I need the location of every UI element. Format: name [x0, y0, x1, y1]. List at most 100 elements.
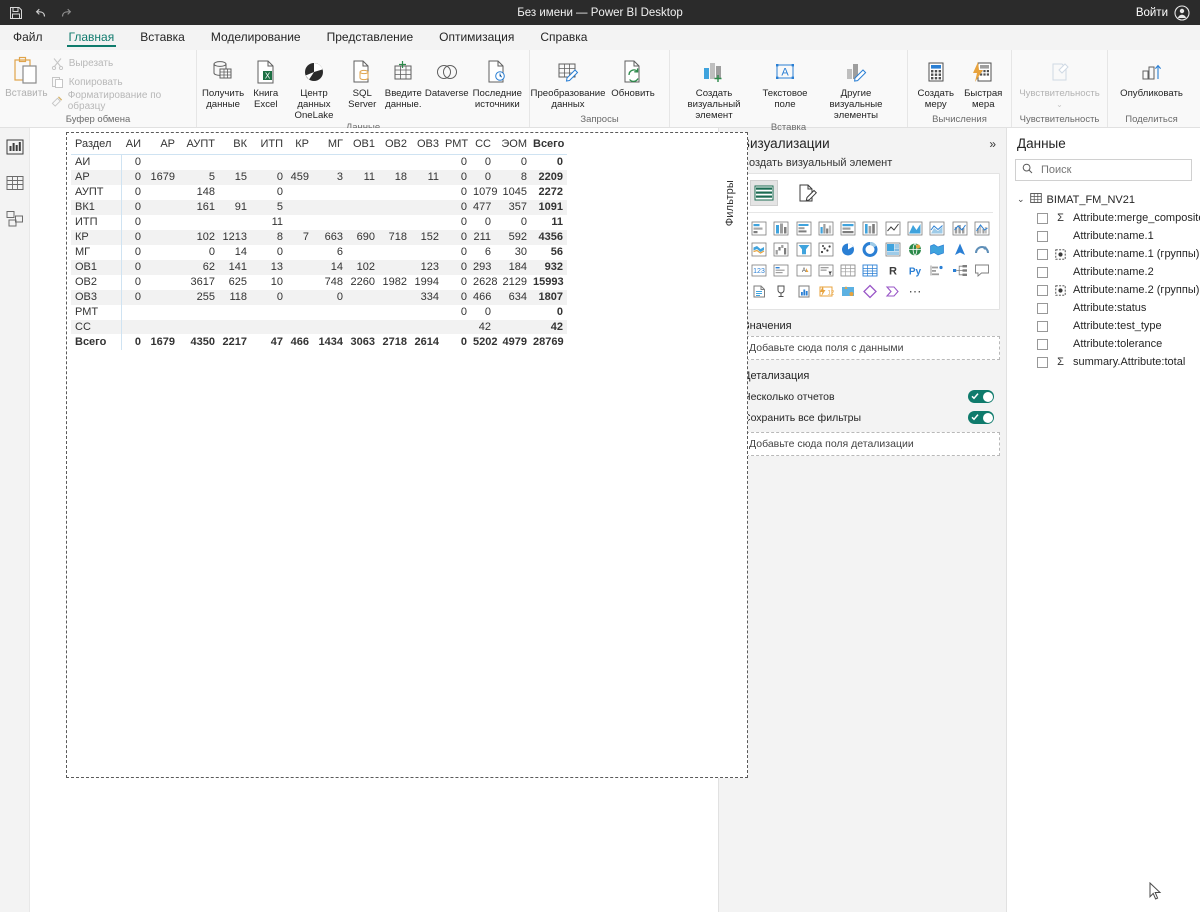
table-row[interactable]: ОВ1 0 62 141 13 14 102 123 0 293 184 932: [71, 259, 567, 275]
power-automate-icon[interactable]: [859, 282, 881, 301]
clustered-bar-chart-icon[interactable]: [793, 219, 815, 238]
donut-chart-icon[interactable]: [859, 240, 881, 259]
col-header[interactable]: АУПТ: [179, 136, 219, 155]
copy-button[interactable]: Копировать: [51, 73, 192, 91]
refresh-button[interactable]: Обновить: [602, 54, 664, 99]
col-header-total[interactable]: Всего: [531, 136, 567, 155]
matrix-visual[interactable]: Раздел АИ АР АУПТ ВК ИТП КР МГ ОВ1 ОВ2 О…: [71, 136, 567, 350]
field-item[interactable]: Σ Attribute:merge_composites: [1015, 209, 1200, 227]
table-row[interactable]: АУПТ 0 148 0 0 1079 1045 2272: [71, 184, 567, 200]
field-item[interactable]: Attribute:name.1: [1015, 227, 1200, 245]
table-row[interactable]: РМТ 0 0 0: [71, 304, 567, 320]
treemap-icon[interactable]: [882, 240, 904, 259]
save-icon[interactable]: [9, 6, 23, 20]
report-page[interactable]: Раздел АИ АР АУПТ ВК ИТП КР МГ ОВ1 ОВ2 О…: [66, 132, 748, 778]
enter-data-button[interactable]: Введите данные.: [383, 54, 424, 110]
line-stacked-column-chart-icon[interactable]: [948, 219, 970, 238]
field-item[interactable]: Attribute:name.1 (группы): [1015, 245, 1200, 263]
col-header[interactable]: ОВ1: [347, 136, 379, 155]
tab-modeling[interactable]: Моделирование: [198, 25, 314, 49]
kpi-icon[interactable]: A: [793, 261, 815, 280]
field-checkbox[interactable]: [1037, 356, 1048, 368]
text-box-button[interactable]: A Текстовое поле: [754, 54, 816, 110]
field-item[interactable]: Attribute:status: [1015, 299, 1200, 317]
sensitivity-button[interactable]: Чувствительность ⌄: [1019, 54, 1100, 110]
table-total-row[interactable]: Всего 0 1679 4350 2217 47 466 1434 3063 …: [71, 334, 567, 350]
report-canvas-area[interactable]: Раздел АИ АР АУПТ ВК ИТП КР МГ ОВ1 ОВ2 О…: [30, 128, 748, 912]
sidebar-item-model-view[interactable]: [4, 208, 26, 230]
search-box[interactable]: [1015, 159, 1192, 181]
waterfall-chart-icon[interactable]: [770, 240, 792, 259]
pie-chart-icon[interactable]: [837, 240, 859, 259]
sidebar-item-report-view[interactable]: [4, 136, 26, 158]
values-dropzone[interactable]: Добавьте сюда поля с данными: [741, 336, 1000, 360]
narrative-icon[interactable]: [770, 282, 792, 301]
format-visual-icon[interactable]: [794, 180, 822, 206]
scatter-chart-icon[interactable]: [815, 240, 837, 259]
field-item[interactable]: Attribute:name.2 (группы): [1015, 281, 1200, 299]
r-script-visual-icon[interactable]: R: [882, 261, 904, 280]
stacked-area-chart-icon[interactable]: [926, 219, 948, 238]
table-row[interactable]: ОВ3 0 255 118 0 0 334 0 466 634 1807: [71, 289, 567, 305]
more-options-icon[interactable]: ⋯: [904, 282, 926, 301]
new-measure-button[interactable]: Создать меру: [912, 54, 960, 110]
undo-icon[interactable]: [34, 6, 48, 20]
clustered-column-chart-icon[interactable]: [815, 219, 837, 238]
quick-measure-button[interactable]: Быстрая мера: [960, 54, 1008, 110]
chevron-double-right-icon[interactable]: »: [989, 137, 996, 151]
build-visual-icon[interactable]: [750, 180, 778, 206]
tab-view[interactable]: Представление: [314, 25, 427, 49]
table-row[interactable]: СС 42 42: [71, 319, 567, 335]
stacked-bar-chart-icon[interactable]: [748, 219, 770, 238]
field-item[interactable]: Attribute:tolerance: [1015, 335, 1200, 353]
drillthrough-dropzone[interactable]: Добавьте сюда поля детализации: [741, 432, 1000, 456]
azure-ml-icon[interactable]: 123: [815, 282, 837, 301]
table-row[interactable]: ИТП 0 11 0 0 0 11: [71, 214, 567, 230]
chevron-down-icon[interactable]: ⌄: [1017, 194, 1025, 205]
recent-sources-button[interactable]: Последние источники: [470, 54, 525, 110]
field-checkbox[interactable]: [1037, 284, 1048, 296]
power-apps-icon[interactable]: [837, 282, 859, 301]
col-header[interactable]: АР: [145, 136, 179, 155]
slicer-icon[interactable]: [815, 261, 837, 280]
tab-help[interactable]: Справка: [527, 25, 600, 49]
field-checkbox[interactable]: [1037, 248, 1048, 260]
col-header[interactable]: КР: [287, 136, 313, 155]
funnel-chart-icon[interactable]: [793, 240, 815, 259]
new-visual-button[interactable]: Создать визуальный элемент: [674, 54, 754, 121]
transform-data-button[interactable]: Преобразование данных: [531, 54, 605, 110]
table-icon[interactable]: [837, 261, 859, 280]
col-header[interactable]: ОВ2: [379, 136, 411, 155]
arc-gis-map-icon[interactable]: [971, 240, 993, 259]
onelake-hub-button[interactable]: Центр данных OneLake: [286, 54, 341, 121]
redo-icon[interactable]: [59, 6, 73, 20]
field-item[interactable]: Attribute:test_type: [1015, 317, 1200, 335]
more-visuals-button[interactable]: Другие визуальные элементы: [816, 54, 896, 121]
table-row[interactable]: АИ 0 0 0 0 0: [71, 154, 567, 170]
area-chart-icon[interactable]: [904, 219, 926, 238]
col-header[interactable]: АИ: [121, 136, 145, 155]
field-checkbox[interactable]: [1037, 338, 1048, 350]
keep-filters-toggle[interactable]: [968, 411, 994, 424]
100-stacked-bar-chart-icon[interactable]: [837, 219, 859, 238]
col-header[interactable]: ИТП: [251, 136, 287, 155]
format-painter-button[interactable]: Форматирование по образцу: [51, 90, 192, 112]
decomposition-tree-icon[interactable]: [948, 261, 970, 280]
line-clustered-column-chart-icon[interactable]: [971, 219, 993, 238]
map-icon[interactable]: [904, 240, 926, 259]
qa-visual-icon[interactable]: [971, 261, 993, 280]
sql-server-button[interactable]: SQL Server: [342, 54, 383, 110]
key-influencers-icon[interactable]: [926, 261, 948, 280]
get-data-button[interactable]: Получить данные: [201, 54, 245, 110]
line-chart-icon[interactable]: [882, 219, 904, 238]
filled-map-icon[interactable]: [926, 240, 948, 259]
field-checkbox[interactable]: [1037, 212, 1048, 224]
table-row[interactable]: МГ 0 0 14 0 6 0 6 30 56: [71, 244, 567, 260]
search-input[interactable]: [1039, 163, 1185, 177]
multi-row-card-icon[interactable]: [770, 261, 792, 280]
power-bi-flow-icon[interactable]: [882, 282, 904, 301]
col-header[interactable]: СС: [471, 136, 495, 155]
metrics-icon[interactable]: [793, 282, 815, 301]
table-row[interactable]: КР 0 102 1213 8 7 663 690 718 152 0 211 …: [71, 229, 567, 245]
table-row[interactable]: ВК1 0 161 91 5 0 477 357 1091: [71, 199, 567, 215]
